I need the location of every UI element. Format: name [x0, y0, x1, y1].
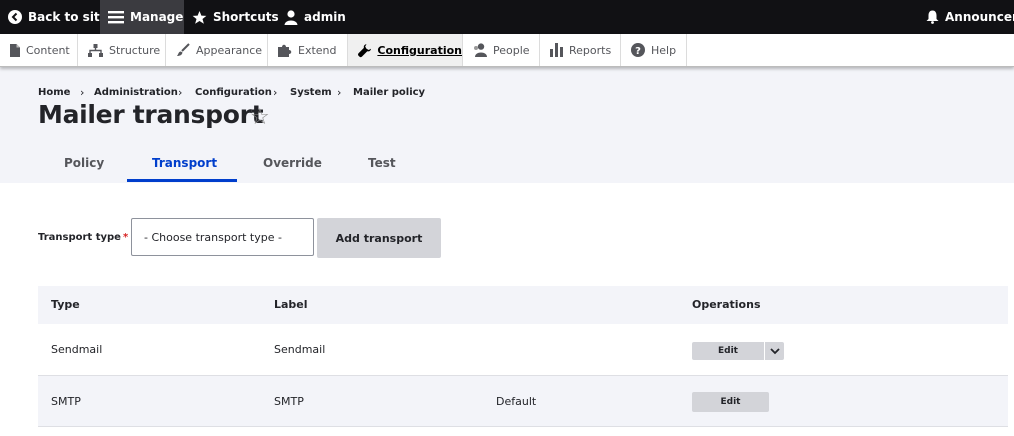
edit-button[interactable]: Edit [692, 392, 769, 412]
column-header-operations: Operations [692, 298, 761, 311]
row-default: Default [496, 395, 537, 408]
transport-type-select-value: - Choose transport type - [144, 230, 282, 244]
breadcrumb-separator: › [178, 86, 183, 99]
tray-label-reports: Reports [569, 43, 612, 57]
tray-label-people: People [493, 43, 530, 57]
announcements-button[interactable]: Announcements [926, 0, 1014, 34]
back-to-site-label: Back to site [28, 10, 108, 24]
chevron-down-icon [769, 347, 780, 354]
sitemap-icon [88, 43, 103, 57]
add-transport-button[interactable]: Add transport [317, 218, 441, 258]
tray-item-reports[interactable]: Reports [540, 34, 621, 66]
hamburger-icon [108, 11, 124, 24]
user-menu-button[interactable]: admin [284, 0, 346, 34]
star-icon [192, 10, 207, 24]
tray-label-extend: Extend [298, 43, 337, 57]
back-arrow-icon [8, 10, 22, 24]
transport-type-label-text: Transport type [38, 232, 121, 243]
tab-test[interactable]: Test [368, 156, 396, 170]
row-type: SMTP [51, 395, 81, 408]
file-icon [10, 43, 20, 57]
tray-label-appearance: Appearance [196, 43, 263, 57]
operations-dropdown-toggle[interactable] [764, 342, 784, 360]
table-row [38, 324, 1008, 376]
tray-item-help[interactable]: ? Help [621, 34, 687, 66]
admin-toolbar: Back to site Manage Shortcuts admin Anno… [0, 0, 1014, 34]
table-header [38, 286, 1008, 324]
transport-type-select[interactable]: - Choose transport type - [131, 218, 314, 256]
puzzle-icon [278, 44, 292, 57]
announcements-label: Announcements [945, 10, 1014, 24]
tab-transport[interactable]: Transport [152, 156, 217, 170]
column-header-type: Type [51, 298, 80, 311]
user-icon [284, 9, 298, 25]
tray-item-structure[interactable]: Structure [78, 34, 166, 66]
manage-label: Manage [130, 10, 184, 24]
tray-item-appearance[interactable]: Appearance [166, 34, 268, 66]
back-to-site-link[interactable]: Back to site [8, 0, 108, 34]
manage-button[interactable]: Manage [100, 0, 184, 34]
transport-type-label: Transport type * [38, 232, 128, 243]
tray-item-content[interactable]: Content [0, 34, 78, 66]
breadcrumb-link[interactable]: Configuration [195, 87, 272, 98]
tray-label-structure: Structure [109, 43, 161, 57]
row-label: SMTP [274, 395, 304, 408]
breadcrumb-separator: › [337, 86, 342, 99]
wrench-icon [358, 43, 371, 57]
breadcrumb-separator: › [80, 86, 85, 99]
page-title: Mailer transport [38, 100, 264, 129]
shortcuts-label: Shortcuts [213, 10, 279, 24]
breadcrumb-link[interactable]: System [290, 87, 332, 98]
brush-icon [177, 43, 190, 56]
edit-button[interactable]: Edit [692, 342, 764, 360]
user-label: admin [304, 10, 346, 24]
bell-icon [926, 10, 939, 24]
row-label: Sendmail [274, 343, 326, 356]
tab-policy[interactable]: Policy [64, 156, 104, 170]
admin-tray: Content Structure Appearance Extend Conf… [0, 34, 1014, 67]
active-tab-indicator [127, 179, 237, 182]
shortcuts-button[interactable]: Shortcuts [192, 0, 279, 34]
tray-item-configuration[interactable]: Configuration [348, 34, 463, 66]
required-marker: * [122, 232, 129, 243]
breadcrumb-link[interactable]: Home [38, 87, 70, 98]
row-type: Sendmail [51, 343, 103, 356]
tray-label-content: Content [26, 43, 70, 57]
breadcrumb-separator: › [273, 86, 278, 99]
tab-override[interactable]: Override [263, 156, 322, 170]
add-shortcut-star-icon[interactable]: ☆ [250, 106, 270, 130]
breadcrumb-link[interactable]: Mailer policy [353, 87, 425, 98]
breadcrumb-link[interactable]: Administration [94, 87, 178, 98]
tray-label-help: Help [651, 43, 677, 57]
help-icon: ? [631, 43, 645, 57]
tray-label-configuration: Configuration [377, 43, 462, 57]
person-icon [474, 43, 487, 57]
bar-chart-icon [550, 43, 563, 57]
column-header-label: Label [274, 298, 308, 311]
tray-item-extend[interactable]: Extend [268, 34, 348, 66]
tray-item-people[interactable]: People [463, 34, 540, 66]
svg-text:?: ? [635, 46, 641, 57]
